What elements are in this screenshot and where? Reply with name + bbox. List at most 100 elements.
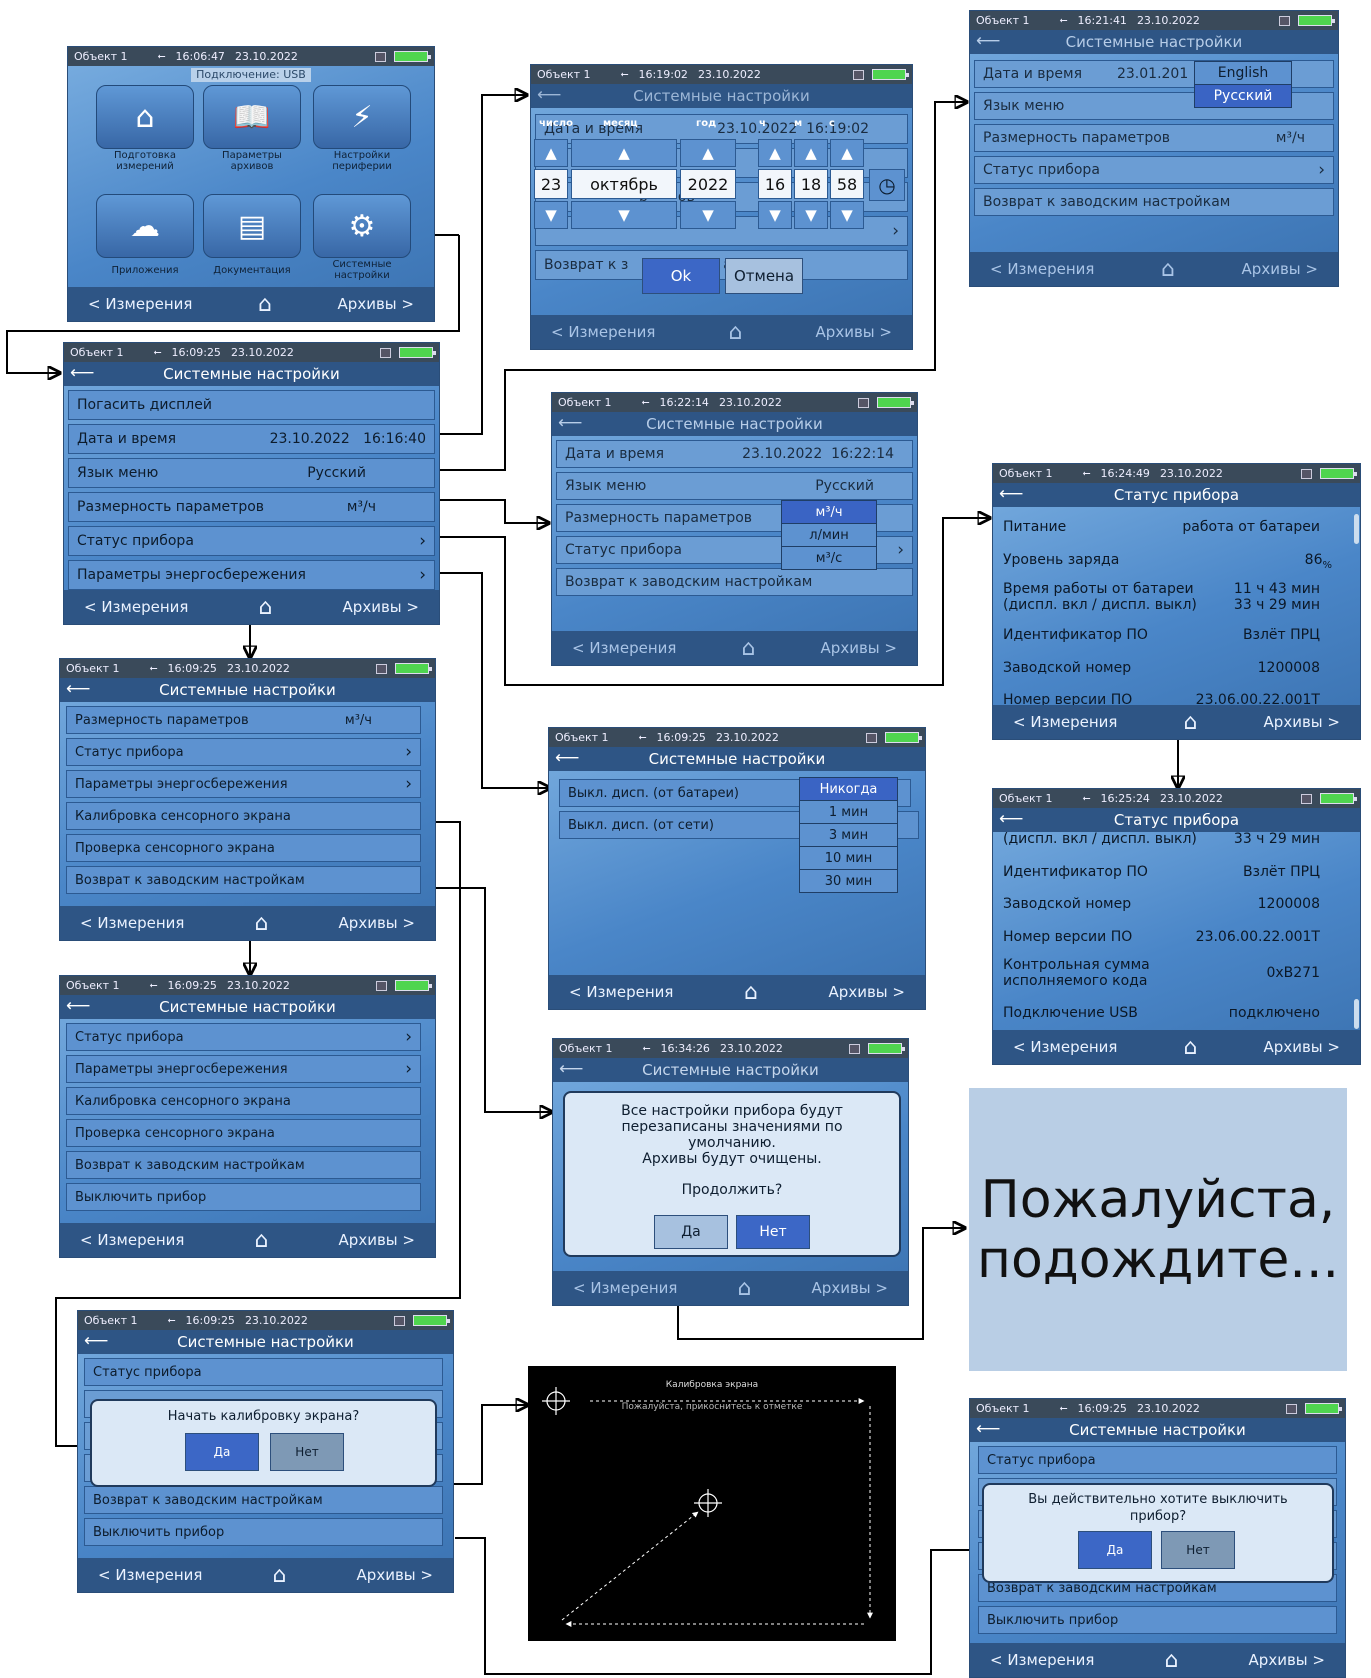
units-item[interactable]: Размерность параметров м³/ч — [68, 492, 435, 522]
language-option[interactable]: Русский — [1194, 84, 1292, 108]
chevron-down-icon[interactable]: ▼ — [534, 201, 568, 229]
back-arrow-icon[interactable]: ⟵ — [999, 809, 1023, 829]
documentation-tile[interactable]: ▤ — [203, 194, 301, 258]
nav-measurements[interactable]: < Измерения — [569, 983, 673, 1001]
chevron-up-icon[interactable]: ▲ — [571, 139, 677, 167]
nav-archives[interactable]: Архивы > — [1264, 713, 1340, 731]
units-item[interactable]: Размерность параметров м³/ч — [66, 706, 421, 734]
cancel-button[interactable]: Отмена — [725, 258, 803, 294]
calibration-item[interactable]: Калибровка сенсорного экрана — [66, 1087, 421, 1115]
yes-button[interactable]: Да — [1078, 1531, 1152, 1569]
power-off-item[interactable]: Выключить прибор — [66, 1183, 421, 1211]
calibration-item[interactable]: Калибровка сенсорного экрана — [66, 802, 421, 830]
touch-check-item[interactable]: Проверка сенсорного экрана — [66, 834, 421, 862]
prep-measure-tile[interactable]: ⌂ — [96, 85, 194, 149]
page-title: Системные настройки — [648, 750, 826, 768]
timeout-option[interactable]: 10 мин — [799, 846, 898, 870]
nav-archives[interactable]: Архивы > — [1264, 1038, 1340, 1056]
crosshair-icon[interactable] — [694, 1489, 722, 1517]
system-settings-tile[interactable]: ⚙ — [313, 194, 411, 258]
home-icon[interactable]: ⌂ — [259, 595, 273, 620]
device-status-item[interactable]: Статус прибора › — [68, 526, 435, 556]
yes-button[interactable]: Да — [185, 1433, 259, 1471]
back-arrow-icon[interactable]: ⟵ — [84, 1331, 108, 1351]
nav-archives[interactable]: Архивы > — [338, 295, 414, 313]
back-arrow-icon[interactable]: ⟵ — [999, 484, 1023, 504]
language-item[interactable]: Язык меню Русский — [68, 458, 435, 488]
timeout-option[interactable]: 3 мин — [799, 823, 898, 847]
no-button[interactable]: Нет — [270, 1433, 344, 1471]
nav-measurements[interactable]: < Измерения — [990, 1651, 1094, 1669]
nav-measurements[interactable]: < Измерения — [1013, 1038, 1117, 1056]
chevron-up-icon[interactable]: ▲ — [830, 139, 864, 167]
nav-measurements[interactable]: < Измерения — [98, 1566, 202, 1584]
no-button[interactable]: Нет — [1161, 1531, 1235, 1569]
back-arrow-icon[interactable]: ⟵ — [70, 363, 94, 383]
clock-icon[interactable]: ◷ — [869, 169, 905, 201]
power-off-item[interactable]: Выключить прибор — [978, 1606, 1337, 1634]
display-off-item[interactable]: Погасить дисплей — [68, 390, 435, 420]
peripherals-tile[interactable]: ⚡ — [313, 85, 411, 149]
back-arrow-icon[interactable]: ⟵ — [555, 748, 579, 768]
datetime-item[interactable]: Дата и время 23.10.2022 16:16:40 — [68, 424, 435, 454]
archive-params-tile[interactable]: 📖 — [203, 85, 301, 149]
nav-archives[interactable]: Архивы > — [343, 598, 419, 616]
nav-archives[interactable]: Архивы > — [357, 1566, 433, 1584]
ok-button[interactable]: Ok — [642, 258, 720, 294]
device-status-item[interactable]: Статус прибора — [84, 1358, 443, 1386]
nav-archives[interactable]: Архивы > — [829, 983, 905, 1001]
energy-item[interactable]: Параметры энергосбережения › — [66, 770, 421, 798]
home-icon[interactable]: ⌂ — [255, 911, 269, 936]
nav-archives[interactable]: Архивы > — [339, 1231, 415, 1249]
energy-item[interactable]: Параметры энергосбережения › — [66, 1055, 421, 1083]
back-arrow-icon[interactable]: ⟵ — [976, 1419, 1000, 1439]
home-icon[interactable]: ⌂ — [1165, 1648, 1179, 1673]
chevron-up-icon[interactable]: ▲ — [534, 139, 568, 167]
chevron-down-icon[interactable]: ▼ — [794, 201, 828, 229]
chevron-up-icon[interactable]: ▲ — [794, 139, 828, 167]
home-icon[interactable]: ⌂ — [744, 980, 758, 1005]
crosshair-icon[interactable] — [542, 1387, 570, 1415]
timeout-option[interactable]: 30 мин — [799, 869, 898, 893]
nav-archives[interactable]: Архивы > — [339, 914, 415, 932]
device-status-item[interactable]: Статус прибора › — [66, 738, 421, 766]
factory-reset-item[interactable]: Возврат к заводским настройкам — [84, 1486, 443, 1514]
home-icon[interactable]: ⌂ — [1184, 1035, 1198, 1060]
home-icon[interactable]: ⌂ — [273, 1563, 287, 1588]
no-button[interactable]: Нет — [736, 1215, 810, 1249]
nav-measurements[interactable]: < Измерения — [80, 1231, 184, 1249]
chevron-up-icon[interactable]: ▲ — [758, 139, 792, 167]
scrollbar[interactable] — [1354, 514, 1359, 544]
device-status-item[interactable]: Статус прибора › — [66, 1023, 421, 1051]
energy-item[interactable]: Параметры энергосбережения › — [68, 560, 435, 590]
timeout-option[interactable]: 1 мин — [799, 800, 898, 824]
chevron-down-icon[interactable]: ▼ — [571, 201, 677, 229]
home-icon[interactable]: ⌂ — [258, 292, 272, 317]
nav-measurements[interactable]: < Измерения — [1013, 713, 1117, 731]
nav-archives[interactable]: Архивы > — [1249, 1651, 1325, 1669]
timeout-option[interactable]: Никогда — [799, 777, 898, 801]
unit-option[interactable]: м³/ч — [781, 500, 877, 524]
back-arrow-icon[interactable]: ⟵ — [66, 679, 90, 699]
chevron-down-icon[interactable]: ▼ — [680, 201, 736, 229]
yes-button[interactable]: Да — [654, 1215, 728, 1249]
home-icon[interactable]: ⌂ — [1184, 710, 1198, 735]
chevron-down-icon[interactable]: ▼ — [758, 201, 792, 229]
unit-option[interactable]: л/мин — [781, 523, 877, 547]
nav-measurements[interactable]: < Измерения — [88, 295, 192, 313]
scrollbar[interactable] — [1354, 999, 1359, 1029]
chevron-down-icon[interactable]: ▼ — [830, 201, 864, 229]
home-icon[interactable]: ⌂ — [255, 1228, 269, 1253]
power-off-item[interactable]: Выключить прибор — [84, 1518, 443, 1546]
factory-reset-item[interactable]: Возврат к заводским настройкам — [66, 866, 421, 894]
unit-option[interactable]: м³/с — [781, 546, 877, 570]
language-option[interactable]: English — [1194, 61, 1292, 85]
factory-reset-item[interactable]: Возврат к заводским настройкам — [66, 1151, 421, 1179]
chevron-up-icon[interactable]: ▲ — [680, 139, 736, 167]
nav-measurements[interactable]: < Измерения — [80, 914, 184, 932]
device-status-item[interactable]: Статус прибора — [978, 1446, 1337, 1474]
touch-check-item[interactable]: Проверка сенсорного экрана — [66, 1119, 421, 1147]
back-arrow-icon[interactable]: ⟵ — [66, 996, 90, 1016]
nav-measurements[interactable]: < Измерения — [84, 598, 188, 616]
applications-tile[interactable]: ☁ — [96, 194, 194, 258]
